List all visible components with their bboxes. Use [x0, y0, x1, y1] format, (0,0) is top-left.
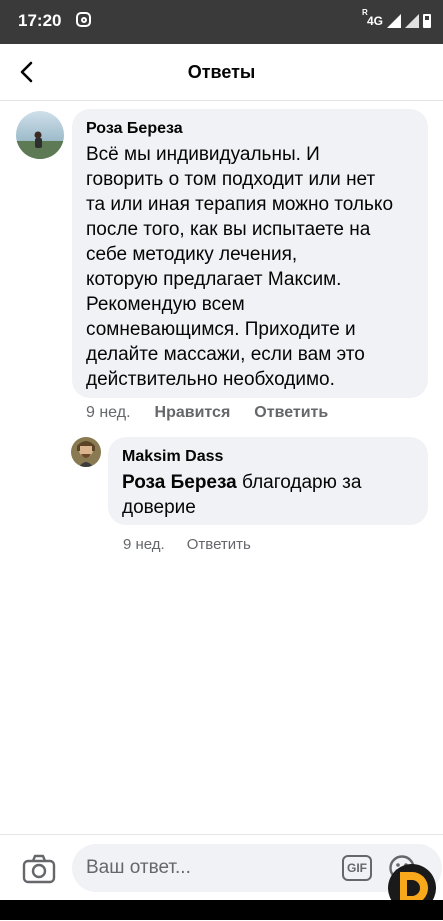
instagram-notification-icon — [76, 12, 91, 27]
status-indicators: R 4G — [362, 8, 431, 32]
header: Ответы — [0, 44, 443, 101]
status-time: 17:20 — [18, 11, 62, 30]
mention-link[interactable]: Роза Береза — [122, 472, 237, 493]
reply-button[interactable]: Ответить — [254, 404, 328, 422]
avatar[interactable] — [16, 111, 64, 159]
reply-time: 9 нед. — [123, 535, 165, 553]
like-button[interactable]: Нравится — [155, 404, 231, 422]
signal-icon — [387, 14, 401, 28]
reply-reply-button[interactable]: Ответить — [187, 536, 251, 553]
reply-bubble: Maksim Dass Роза Береза благодарю за дов… — [108, 437, 428, 525]
roaming-indicator: R — [361, 8, 368, 17]
signal-icon-2 — [405, 14, 419, 28]
avatar-photo — [16, 111, 64, 159]
reply-input[interactable] — [86, 844, 326, 892]
reply-actions: 9 нед. Ответить — [123, 533, 251, 555]
reply-avatar-photo — [71, 437, 101, 467]
camera-icon[interactable] — [22, 853, 56, 885]
comment-author[interactable]: Роза Береза — [86, 120, 414, 138]
replies-page: Ответы Роза Береза Всё мы индивидуальны.… — [0, 44, 443, 921]
reply-author[interactable]: Maksim Dass — [122, 448, 414, 466]
status-bar: 17:20 R 4G — [0, 0, 443, 44]
comment-text: Всё мы индивидуальны. И говорить о том п… — [86, 144, 394, 390]
system-navigation-bar — [0, 900, 443, 920]
reply-text: Роза Береза благодарю за доверие — [122, 470, 414, 520]
gif-button[interactable]: GIF — [342, 855, 372, 881]
network-label: R 4G — [362, 8, 383, 28]
page-title: Ответы — [187, 62, 256, 82]
comment-bubble: Роза Береза Всё мы индивидуальны. И гово… — [72, 109, 428, 398]
battery-icon — [423, 14, 431, 28]
reply-avatar[interactable] — [71, 437, 101, 467]
comment-time: 9 нед. — [86, 404, 131, 421]
comment-actions: 9 нед. Нравится Ответить — [86, 402, 328, 424]
network-type: 4G — [366, 14, 383, 28]
